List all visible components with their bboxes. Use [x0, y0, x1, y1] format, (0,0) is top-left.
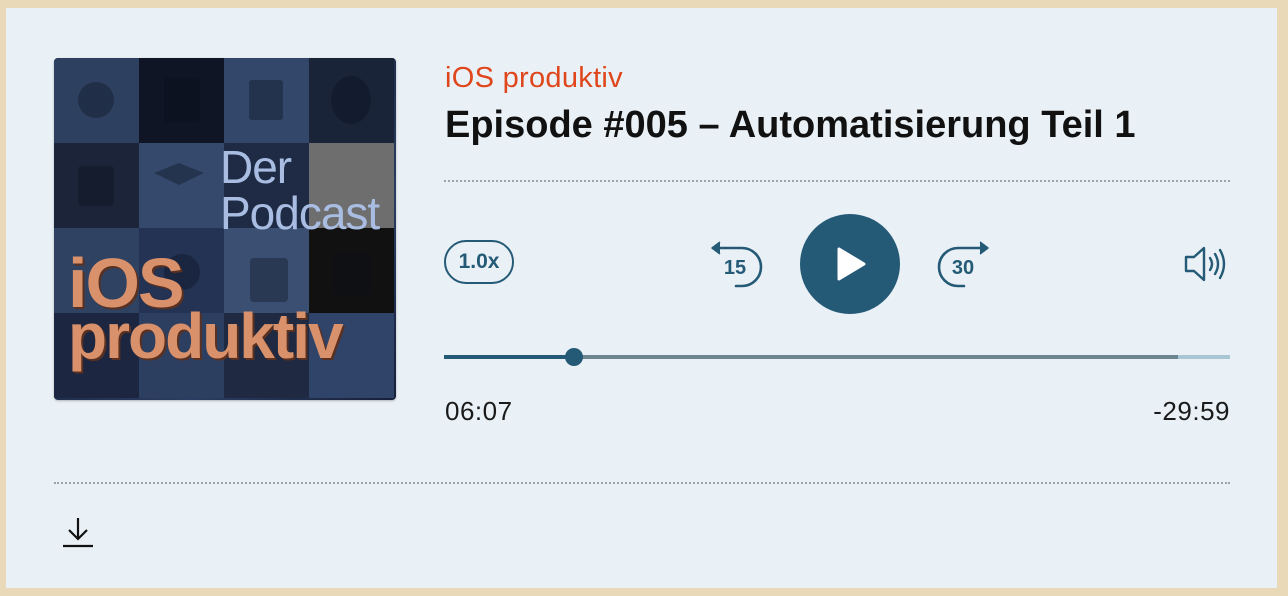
- cover-text-produktiv: produktiv: [68, 300, 344, 372]
- playback-speed-button[interactable]: 1.0x: [444, 240, 514, 284]
- podcast-player-card: Der Podcast iOS produktiv iOS produktiv …: [6, 8, 1277, 588]
- skip-forward-button[interactable]: 30: [936, 236, 994, 288]
- footer-divider: [54, 482, 1230, 484]
- remaining-time: -29:59: [1153, 396, 1230, 426]
- skip-back-label: 15: [724, 257, 746, 279]
- speaker-volume-icon: [1184, 246, 1226, 282]
- download-button[interactable]: [58, 514, 98, 554]
- skip-back-button[interactable]: 15: [706, 236, 764, 288]
- skip-back-icon: 15: [711, 241, 763, 288]
- title-divider: [444, 180, 1230, 182]
- progress-played: [444, 355, 574, 359]
- play-button[interactable]: [800, 214, 900, 314]
- progress-scrubber-handle[interactable]: [564, 348, 583, 366]
- cover-text-podcast: Podcast: [220, 187, 380, 239]
- skip-forward-label: 30: [952, 257, 974, 279]
- episode-title: Episode #005 – Automatisierung Teil 1: [445, 104, 1136, 146]
- cover-text-der: Der: [220, 141, 292, 193]
- volume-button[interactable]: [1182, 244, 1230, 284]
- progress-bar[interactable]: [444, 348, 1230, 366]
- show-title[interactable]: iOS produktiv: [445, 62, 623, 95]
- podcast-cover-art: Der Podcast iOS produktiv: [54, 58, 396, 400]
- play-icon: [837, 247, 866, 281]
- download-icon: [63, 518, 93, 548]
- elapsed-time: 06:07: [445, 396, 513, 426]
- skip-forward-icon: 30: [937, 241, 989, 288]
